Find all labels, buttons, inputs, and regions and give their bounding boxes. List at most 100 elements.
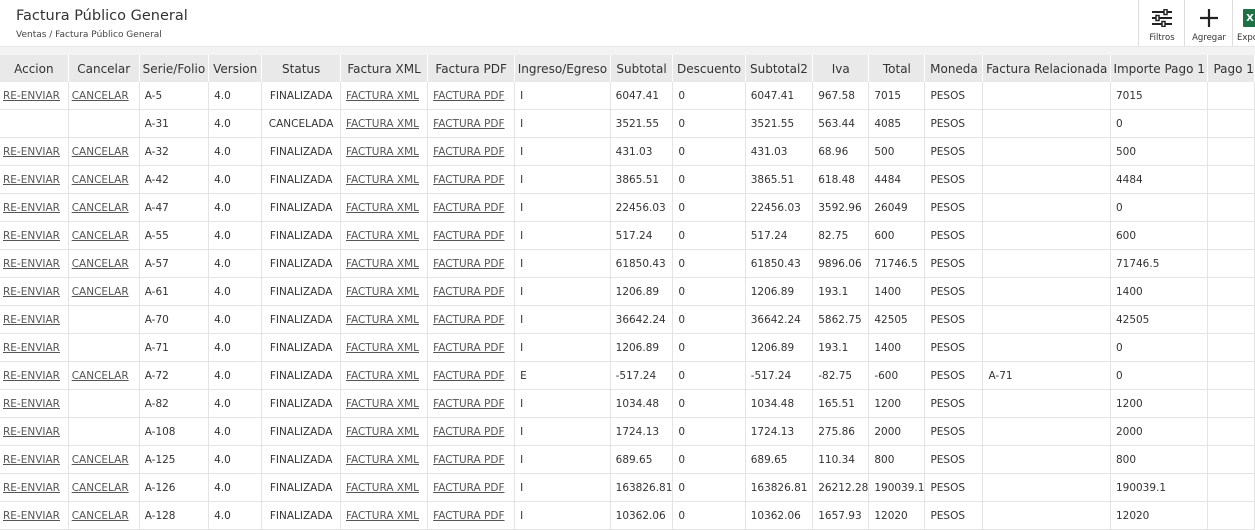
column-header[interactable]: Moneda xyxy=(924,55,984,82)
cancel-link[interactable]: CANCELAR xyxy=(72,174,129,186)
xml-link[interactable]: FACTURA XML xyxy=(346,398,419,410)
cancel-link[interactable]: CANCELAR xyxy=(72,146,129,158)
cancel-link[interactable]: CANCELAR xyxy=(72,510,129,522)
xml-link[interactable]: FACTURA XML xyxy=(346,286,419,298)
xml-link[interactable]: FACTURA XML xyxy=(346,230,419,242)
cell-status: FINALIZADA xyxy=(261,165,341,194)
action-link[interactable]: RE-ENVIAR xyxy=(3,370,60,382)
table-cell: FACTURA XML xyxy=(340,305,429,334)
table-cell: RE-ENVIAR xyxy=(0,82,69,110)
pdf-link[interactable]: FACTURA PDF xyxy=(433,90,504,102)
column-header[interactable]: Total xyxy=(868,55,926,82)
column-header[interactable]: Status xyxy=(261,55,341,82)
cell-total: 500 xyxy=(868,137,926,166)
action-link[interactable]: RE-ENVIAR xyxy=(3,510,60,522)
column-header[interactable]: Cancelar xyxy=(68,55,140,82)
cell-discount: 0 xyxy=(672,221,746,250)
cell-folio: A-5 xyxy=(139,82,210,110)
cancel-link[interactable]: CANCELAR xyxy=(72,90,129,102)
xml-link[interactable]: FACTURA XML xyxy=(346,202,419,214)
xml-link[interactable]: FACTURA XML xyxy=(346,454,419,466)
action-link[interactable]: RE-ENVIAR xyxy=(3,454,60,466)
column-header[interactable]: Pago 1 xyxy=(1207,55,1255,82)
pdf-link[interactable]: FACTURA PDF xyxy=(433,314,504,326)
pdf-link[interactable]: FACTURA PDF xyxy=(433,202,504,214)
column-header[interactable]: Serie/Folio xyxy=(139,55,210,82)
action-link[interactable]: RE-ENVIAR xyxy=(3,90,60,102)
pdf-link[interactable]: FACTURA PDF xyxy=(433,174,504,186)
column-header[interactable]: Importe Pago 1 xyxy=(1110,55,1209,82)
export-button[interactable]: X Expo xyxy=(1232,0,1255,46)
action-link[interactable]: RE-ENVIAR xyxy=(3,342,60,354)
cell-related-invoice: A-71 xyxy=(982,361,1111,390)
cancel-link[interactable]: CANCELAR xyxy=(72,454,129,466)
pdf-link[interactable]: FACTURA PDF xyxy=(433,398,504,410)
column-header[interactable]: Descuento xyxy=(672,55,746,82)
xml-link[interactable]: FACTURA XML xyxy=(346,510,419,522)
pdf-link[interactable]: FACTURA PDF xyxy=(433,454,504,466)
column-header[interactable]: Version xyxy=(208,55,263,82)
action-link[interactable]: RE-ENVIAR xyxy=(3,398,60,410)
column-header[interactable]: Ingreso/Egreso xyxy=(514,55,611,82)
cancel-link[interactable]: CANCELAR xyxy=(72,258,129,270)
column-header[interactable]: Factura PDF xyxy=(427,55,516,82)
cancel-link[interactable]: CANCELAR xyxy=(72,286,129,298)
cancel-link[interactable]: CANCELAR xyxy=(72,482,129,494)
cell-subtotal2: 689.65 xyxy=(745,445,814,474)
pdf-link[interactable]: FACTURA PDF xyxy=(433,426,504,438)
action-link[interactable]: RE-ENVIAR xyxy=(3,286,60,298)
action-link[interactable]: RE-ENVIAR xyxy=(3,230,60,242)
xml-link[interactable]: FACTURA XML xyxy=(346,118,419,130)
pdf-link[interactable]: FACTURA PDF xyxy=(433,482,504,494)
xml-link[interactable]: FACTURA XML xyxy=(346,258,419,270)
column-header[interactable]: Accion xyxy=(0,55,69,82)
action-link[interactable]: RE-ENVIAR xyxy=(3,482,60,494)
table-cell: FACTURA PDF xyxy=(427,417,516,446)
pdf-link[interactable]: FACTURA PDF xyxy=(433,230,504,242)
column-header[interactable]: Subtotal2 xyxy=(745,55,814,82)
pdf-link[interactable]: FACTURA PDF xyxy=(433,342,504,354)
pdf-link[interactable]: FACTURA PDF xyxy=(433,370,504,382)
xml-link[interactable]: FACTURA XML xyxy=(346,90,419,102)
cell-payment-amount: 500 xyxy=(1110,137,1209,166)
action-link[interactable]: RE-ENVIAR xyxy=(3,426,60,438)
pdf-link[interactable]: FACTURA PDF xyxy=(433,146,504,158)
cell-currency: PESOS xyxy=(924,249,984,278)
table-cell: RE-ENVIAR xyxy=(0,473,69,502)
cancel-link[interactable]: CANCELAR xyxy=(72,230,129,242)
cell-related-invoice xyxy=(982,221,1111,250)
action-link[interactable]: RE-ENVIAR xyxy=(3,314,60,326)
xml-link[interactable]: FACTURA XML xyxy=(346,342,419,354)
cell-subtotal2: 22456.03 xyxy=(745,193,814,222)
pdf-link[interactable]: FACTURA PDF xyxy=(433,286,504,298)
filters-button[interactable]: Filtros xyxy=(1138,0,1185,46)
cell-type: I xyxy=(514,333,611,362)
pdf-link[interactable]: FACTURA PDF xyxy=(433,118,504,130)
action-link[interactable]: RE-ENVIAR xyxy=(3,146,60,158)
table-cell: FACTURA XML xyxy=(340,193,429,222)
xml-link[interactable]: FACTURA XML xyxy=(346,146,419,158)
cell-related-invoice xyxy=(982,473,1111,502)
pdf-link[interactable]: FACTURA PDF xyxy=(433,510,504,522)
action-link[interactable]: RE-ENVIAR xyxy=(3,202,60,214)
column-header[interactable]: Subtotal xyxy=(610,55,674,82)
xml-link[interactable]: FACTURA XML xyxy=(346,426,419,438)
add-button[interactable]: Agregar xyxy=(1184,0,1233,46)
action-link[interactable]: RE-ENVIAR xyxy=(3,174,60,186)
pdf-link[interactable]: FACTURA PDF xyxy=(433,258,504,270)
cell-iva: 82.75 xyxy=(812,221,870,250)
cell-folio: A-61 xyxy=(139,277,210,306)
column-header[interactable]: Iva xyxy=(812,55,870,82)
cell-payment-amount: 4484 xyxy=(1110,165,1209,194)
xml-link[interactable]: FACTURA XML xyxy=(346,370,419,382)
cell-currency: PESOS xyxy=(924,501,984,530)
cancel-link[interactable]: CANCELAR xyxy=(72,370,129,382)
xml-link[interactable]: FACTURA XML xyxy=(346,482,419,494)
cancel-link[interactable]: CANCELAR xyxy=(72,202,129,214)
column-header[interactable]: Factura XML xyxy=(340,55,429,82)
action-link[interactable]: RE-ENVIAR xyxy=(3,258,60,270)
xml-link[interactable]: FACTURA XML xyxy=(346,314,419,326)
column-header[interactable]: Factura Relacionada xyxy=(982,55,1111,82)
xml-link[interactable]: FACTURA XML xyxy=(346,174,419,186)
table-cell: FACTURA PDF xyxy=(427,333,516,362)
